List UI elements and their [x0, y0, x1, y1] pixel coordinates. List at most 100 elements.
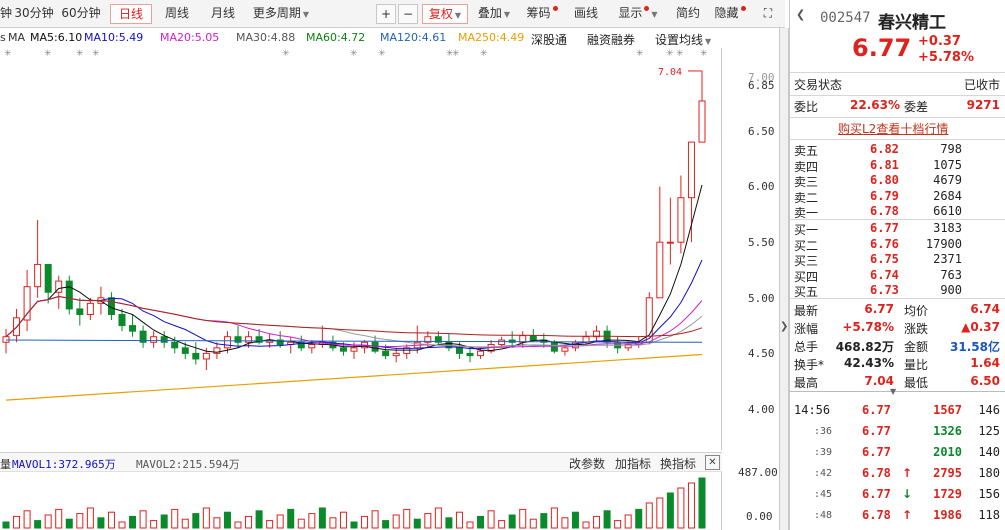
chevron-down-icon: ▼ — [705, 37, 712, 46]
stat-value: 31.58亿 — [950, 340, 1000, 354]
rongzi-link[interactable]: 融资融券 — [587, 31, 635, 48]
toolbar-label: 画线 — [573, 6, 598, 20]
candle-body — [234, 336, 242, 343]
toolbar-label: ⛶ — [763, 6, 773, 20]
event-marker-icon: ✳ — [76, 49, 84, 59]
candle-body — [561, 347, 569, 352]
event-marker-icon: ✳ — [378, 49, 386, 59]
volume-bar — [561, 517, 569, 529]
bid-row[interactable]: 买二 6.76 17900 — [790, 237, 1005, 253]
ask-row[interactable]: 卖一 6.78 6610 — [790, 204, 1005, 220]
ask-row[interactable]: 卖四 6.81 1075 — [790, 158, 1005, 174]
stat-value: 6.77 — [864, 302, 894, 316]
mavol1-value: MAVOL1:372.965万 — [12, 458, 116, 471]
ma10-value: MA10:5.49 — [84, 31, 144, 44]
bid-volume: 3183 — [933, 221, 962, 235]
ask-row[interactable]: 卖五 6.82 798 — [790, 142, 1005, 158]
tick-time: :45 — [814, 489, 833, 500]
volume-bar — [171, 508, 179, 529]
toolbar-items-4[interactable]: 周线 — [158, 4, 196, 24]
switch-indicator-button[interactable]: 换指标 — [660, 455, 696, 472]
toolbar-right_items-4[interactable]: 筹码 — [522, 4, 562, 24]
toolbar-label: + — [380, 7, 392, 21]
toolbar-right_items-7[interactable]: 简约 — [670, 4, 706, 24]
event-marker-icon: ✳ — [666, 49, 674, 59]
kline-chart[interactable]: ✳ ✳ ✳ ✳ ✳ ✳ ✳ ✳✳ ✳ ✳ ✳ ✳ ✳7.04 — [0, 48, 722, 450]
volume-bar — [118, 521, 126, 529]
volume-bar — [339, 511, 347, 529]
volume-bar — [266, 520, 274, 529]
last-price: 6.77 — [852, 34, 912, 62]
toolbar-right_items-3[interactable]: 叠加 ▼ — [472, 4, 516, 24]
toolbar-label: 更多周期 — [252, 6, 301, 20]
candle-body — [171, 341, 179, 349]
volume-bar — [519, 508, 527, 529]
ma-legend-row: s MA MA5:6.10 MA10:5.49 MA20:5.05 MA30:4… — [0, 30, 722, 48]
caret-down-icon[interactable]: ▼ — [890, 387, 896, 396]
tick-count: 118 — [978, 508, 1000, 522]
panel-splitter[interactable] — [779, 28, 789, 530]
volume-bar — [614, 520, 622, 529]
candle-body — [223, 336, 231, 349]
toolbar-items-1[interactable]: 30分钟 — [14, 4, 54, 24]
menu-icon[interactable]: ❮ — [796, 8, 805, 21]
toolbar-right_items-1[interactable]: − — [398, 4, 418, 24]
toolbar-right_items-0[interactable]: + — [376, 4, 396, 24]
bid-row[interactable]: 买五 6.73 900 — [790, 283, 1005, 299]
volume-bar — [487, 510, 495, 529]
toolbar-right_items-9[interactable]: ⛶ — [758, 4, 778, 24]
toolbar-items-2[interactable]: 60分钟 — [58, 4, 104, 24]
tick-expand-toggle[interactable]: ▼ — [790, 387, 1005, 399]
l2-purchase-link[interactable]: 购买L2查看十档行情 — [838, 120, 948, 137]
ask-volume: 4679 — [933, 173, 962, 188]
change-params-button[interactable]: 改参数 — [569, 455, 605, 472]
volume-bar — [329, 517, 337, 529]
chevron-down-icon: ▼ — [302, 10, 310, 19]
notify-dot-icon — [644, 6, 650, 11]
ma-settings-button[interactable]: 设置均线 ▼ — [655, 31, 711, 48]
add-indicator-button[interactable]: 加指标 — [615, 455, 651, 472]
tick-time: :39 — [814, 447, 833, 458]
candle-body — [129, 325, 137, 332]
candle-body — [687, 141, 695, 199]
ask-volume: 6610 — [933, 204, 962, 219]
toolbar-items-3[interactable]: 日线 — [110, 4, 152, 24]
stock-name: 春兴精工 — [878, 13, 946, 33]
bid-row[interactable]: 买四 6.74 763 — [790, 268, 1005, 284]
change-pct: +5.78% — [918, 50, 974, 65]
bid-row[interactable]: 买三 6.75 2371 — [790, 252, 1005, 268]
event-marker-icon: ✳ — [350, 49, 358, 59]
close-icon[interactable]: ✕ — [705, 455, 720, 470]
tick-row: :45 6.77 ↓ 1729 156 — [790, 487, 1005, 505]
volume-bar — [76, 513, 84, 529]
toolbar-right_items-8[interactable]: 隐藏 — [710, 4, 750, 24]
toolbar-right_items-2[interactable]: 复权 ▼ — [422, 4, 468, 24]
toolbar-items-6[interactable]: 更多周期 ▼ — [248, 4, 314, 24]
price-axis-tick: 6.50 — [748, 125, 775, 138]
bid-price: 6.75 — [870, 252, 899, 267]
candle-body — [245, 336, 253, 343]
volume-chart[interactable] — [0, 472, 722, 530]
chevron-down-icon: ▼ — [454, 11, 462, 20]
volume-bar — [603, 510, 611, 529]
tick-volume: 1986 — [933, 508, 962, 522]
period-toolbar: 钟 30分钟 60分钟 日线 周线 月线 更多周期 ▼ + − 复权 ▼ 叠加 ▼ 筹码 画线 显示 ▼ 简约 隐藏 ⛶ — [0, 0, 785, 28]
tick-price: 6.78 — [862, 508, 891, 522]
collapse-arrow-icon[interactable]: ❯ — [780, 316, 788, 338]
toolbar-items-0[interactable]: 钟 — [0, 4, 12, 24]
quote-header: ❮ 002547 春兴精工 — [790, 8, 1005, 33]
shengu-link[interactable]: 深股通 — [531, 31, 567, 48]
volume-bar — [529, 518, 537, 529]
bid-price: 6.77 — [870, 221, 899, 235]
volume-bar — [107, 511, 115, 529]
bid-row[interactable]: 买一 6.77 3183 — [790, 221, 1005, 237]
stats-row: 换手* 42.43% 量比 1.64 — [790, 356, 1005, 373]
toolbar-items-5[interactable]: 月线 — [204, 4, 242, 24]
toolbar-right_items-6[interactable]: 显示 ▼ — [612, 4, 664, 24]
tick-price: 6.77 — [862, 445, 891, 459]
event-marker-icon: ✳ — [452, 49, 460, 59]
toolbar-right_items-5[interactable]: 画线 — [568, 4, 604, 24]
ask-row[interactable]: 卖三 6.80 4679 — [790, 173, 1005, 189]
volume-bar — [624, 514, 632, 529]
ask-row[interactable]: 卖二 6.79 2684 — [790, 189, 1005, 205]
